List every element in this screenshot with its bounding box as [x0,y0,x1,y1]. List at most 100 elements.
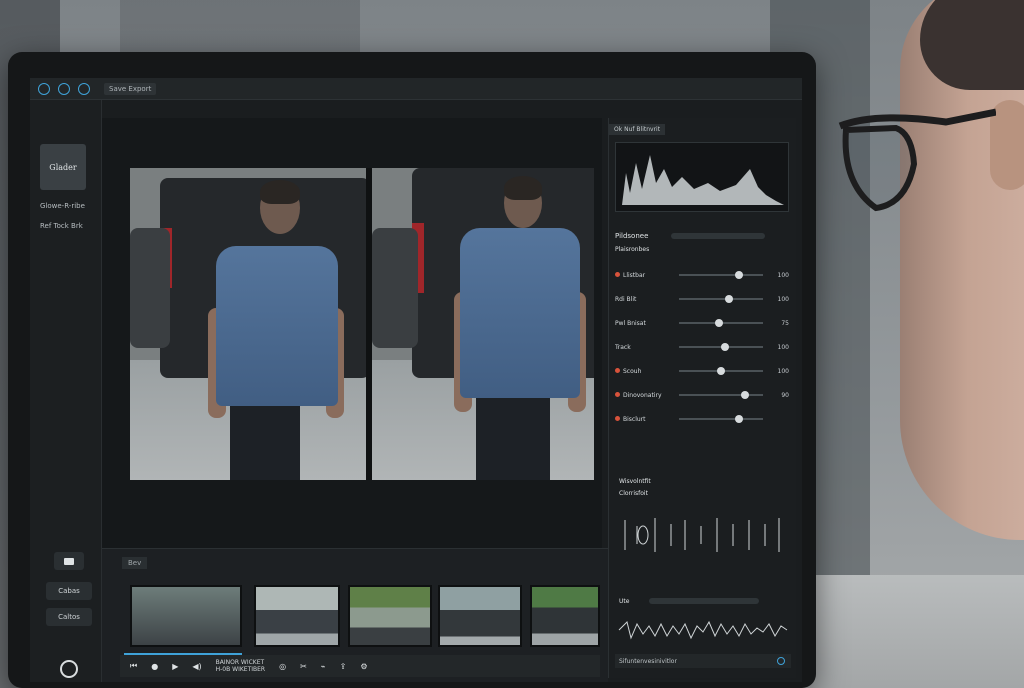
search-icon[interactable] [60,660,78,678]
rail-label: Ref Tock Brk [40,222,83,230]
lower-label: Ute [619,598,630,605]
status-dot-icon [615,391,620,397]
panel-footer: Sifuntenvesinivitlor [615,654,791,668]
slider-label: Pwl Bnisat [615,320,673,327]
slider-value: 100 [777,271,789,279]
video-frame-left[interactable] [130,168,366,480]
play-icon[interactable]: ● [151,662,158,671]
audio-level-graph [624,518,780,552]
monitor: Save Export Glader Glowe-R-ribe Ref Tock… [8,52,816,688]
slider-label-text: Rdi Blit [615,295,637,303]
top-bar: Save Export [30,78,802,100]
rail-photo-button[interactable] [54,552,84,570]
refresh-icon[interactable] [78,82,90,95]
link-icon[interactable]: ⌁ [321,662,326,671]
section-subtitle: Plaisronbes [615,246,650,253]
slider-knob[interactable] [735,271,744,279]
slider-value: 75 [781,319,789,327]
inspector-panel: Ok Nuf Blitnvrit Pildsonee Plaisronbes L… [608,118,796,678]
slider-label: Rdi Blit [615,296,673,303]
slider-label-text: Bisclurt [623,415,646,423]
slider-row: Track 100 [615,340,791,354]
video-icon[interactable]: ▶ [172,662,178,671]
video-frame-right[interactable] [372,168,594,480]
marker-icon[interactable]: ◎ [279,662,286,671]
person-hair [260,180,300,204]
status-dot-icon [615,271,620,277]
lower-bar[interactable] [649,598,759,604]
slider-track[interactable] [679,271,763,279]
slider-knob[interactable] [725,295,734,303]
file-menu[interactable]: Save Export [104,82,157,95]
screen: Save Export Glader Glowe-R-ribe Ref Tock… [30,78,802,682]
audio-waveform[interactable] [615,142,789,212]
clip-info: BAINOR WICKET H-0B WIKETIBER [216,659,265,673]
rail-label: Glowe-R-ribe [40,202,85,210]
timeline-thumbnail[interactable] [530,585,600,647]
slider-knob[interactable] [717,367,725,375]
left-rail: Glader Glowe-R-ribe Ref Tock Brk Cabas C… [30,100,102,682]
section-bar[interactable] [671,233,765,239]
timeline-thumbnail[interactable] [254,585,340,647]
glasses [838,108,996,212]
slider-label: Bisclurt [615,415,673,423]
slider-value: 100 [777,367,789,375]
clock-icon[interactable] [58,82,70,95]
person-hair [920,0,1024,90]
rail-button[interactable]: Caltos [46,608,92,626]
slider-label: Dinovonatiry [615,391,673,399]
slider-value: 100 [777,295,789,303]
slider-row: Dinovonatiry 90 [615,388,791,402]
slider-label: Track [615,344,673,351]
person-hair [504,176,542,200]
timeline-thumbnail[interactable] [130,585,242,647]
slider-row: Rdi Blit 100 [615,292,791,306]
slider-track[interactable] [679,415,763,423]
truck [372,228,418,348]
info-icon[interactable] [777,657,785,665]
person-legs [476,394,550,480]
slider-label-text: Scouh [623,367,642,375]
slider-track[interactable] [679,343,763,351]
cut-icon[interactable]: ✂ [300,662,307,671]
slider-track[interactable] [679,391,763,399]
app-icon[interactable] [38,82,50,95]
volume-icon[interactable]: ◀) [192,662,201,671]
slider-label-text: Pwl Bnisat [615,319,646,327]
slider-knob[interactable] [721,343,730,351]
audio-waveform-small [618,620,788,640]
skip-back-icon[interactable]: ⏮ [130,661,137,671]
clip-info-line: BAINOR WICKET [215,659,265,666]
timeline-header: Bev [122,557,148,569]
clip-info-line: H-0B WIKETIBER [215,666,266,673]
slider-label: Scouh [615,367,673,375]
status-dot-icon [615,415,620,421]
slider-knob[interactable] [715,319,724,327]
person-legs [230,398,300,480]
rail-button[interactable]: Cabas [46,582,92,600]
slider-knob[interactable] [740,391,749,399]
slider-value: 100 [777,343,789,351]
section-title: Pildsonee [615,232,649,240]
slider-track[interactable] [679,367,763,375]
slider-label-text: Dinovonatiry [623,391,662,399]
viewer-panel [102,118,602,548]
slider-track[interactable] [679,319,763,327]
transport-bar: ⏮ ● ▶ ◀) BAINOR WICKET H-0B WIKETIBER ◎ … [120,655,600,677]
slider-label: Llistbar [615,271,673,279]
timeline-thumbnail[interactable] [348,585,432,647]
extra-label: Clorrisfoit [619,490,648,497]
slider-value: 90 [781,391,789,399]
export-icon[interactable]: ⇪ [340,662,347,671]
extra-label: Wisvolntfit [619,478,651,485]
slider-knob[interactable] [735,415,744,423]
slider-track[interactable] [679,295,763,303]
person-shirt [216,246,338,406]
slider-row: Llistbar 100 [615,268,791,282]
timeline-thumbnail[interactable] [438,585,522,647]
settings-icon[interactable]: ⚙ [360,662,367,671]
slider-row: Pwl Bnisat 75 [615,316,791,330]
slider-label-text: Track [615,343,631,351]
person-shirt [460,228,580,398]
timeline-panel: Bev ⏮ ● ▶ ◀) BAINOR WICKET H-0B WIKETIBE… [102,548,608,682]
